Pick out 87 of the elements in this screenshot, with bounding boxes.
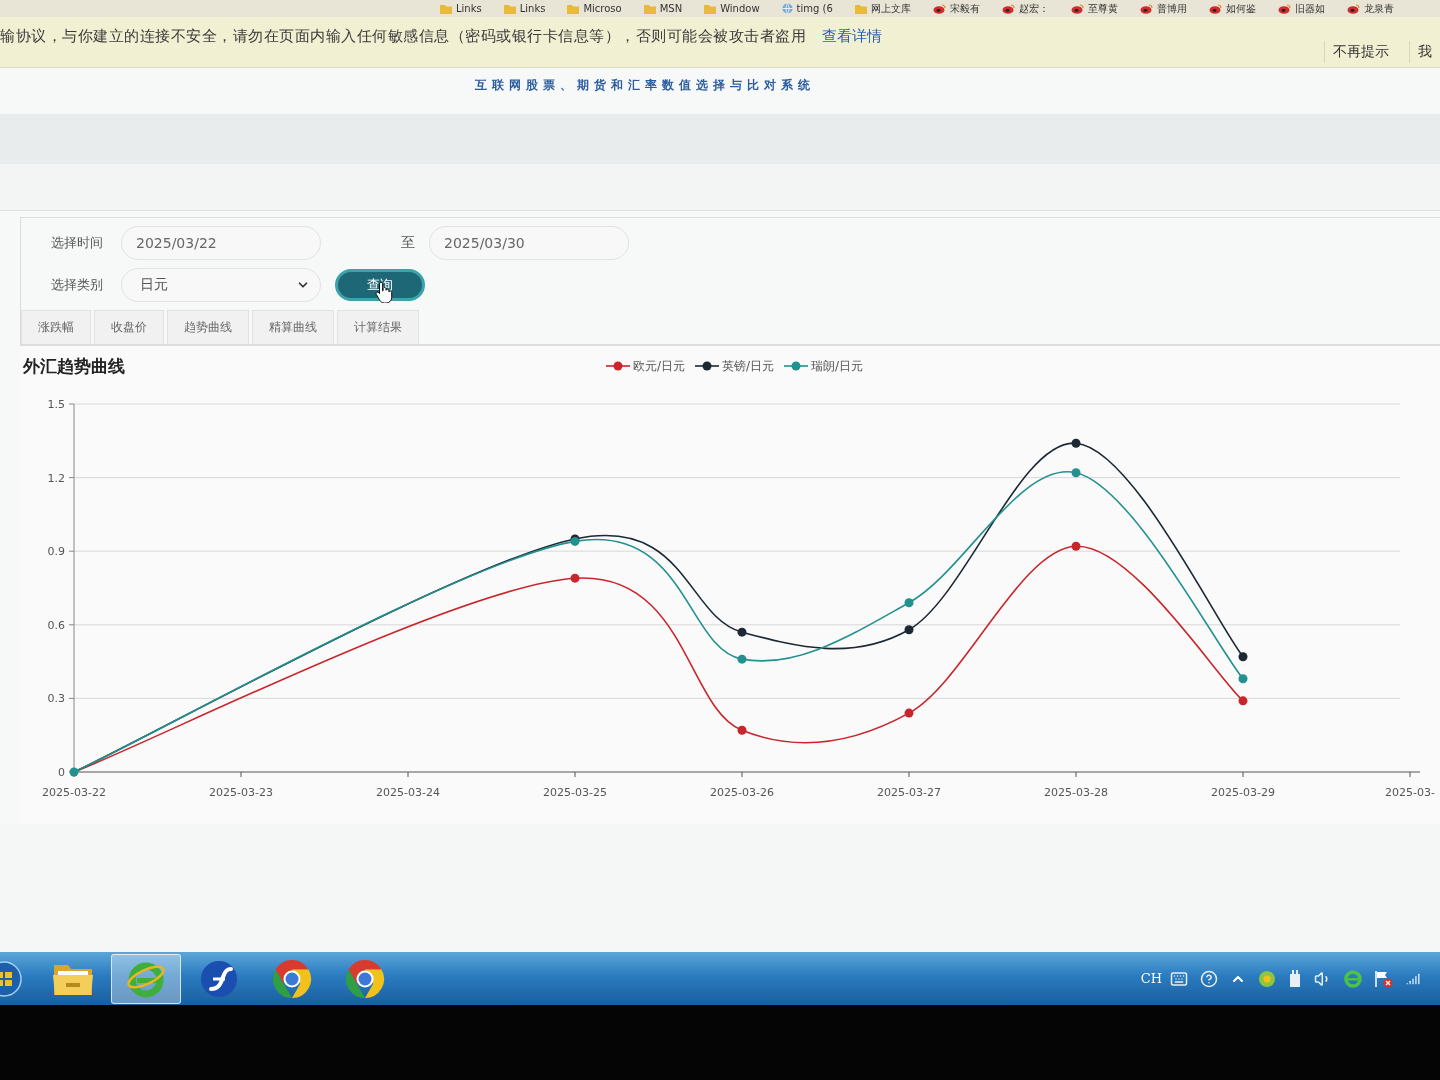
bookmark-link[interactable]: 普博用 (1139, 1, 1187, 16)
data-point (1071, 468, 1081, 478)
folder-icon (854, 3, 867, 14)
data-point (904, 625, 914, 635)
axis-label: 1.2 (47, 471, 65, 485)
logo-icon (1001, 3, 1015, 14)
axis-label: 2025-03-22 (42, 786, 106, 799)
data-point (737, 627, 747, 637)
bookmark-link[interactable]: 赵宏： (1001, 1, 1049, 16)
logo-icon (932, 3, 946, 14)
bookmark-link[interactable]: MSN (643, 3, 683, 14)
tab[interactable]: 收盘价 (94, 310, 164, 344)
axis-label: 2025-03-28 (1044, 786, 1108, 799)
query-button[interactable]: 查询 (335, 269, 425, 301)
start-date-field[interactable]: 2025/03/22 (121, 226, 321, 260)
end-date-field[interactable]: 2025/03/30 (429, 226, 629, 260)
bookmark-link[interactable]: 网上文库 (854, 1, 911, 16)
page-title: 互联网股票、期货和汇率数值选择与比对系统 (475, 77, 815, 94)
bookmark-link[interactable]: Microso (567, 3, 622, 14)
data-point (1071, 541, 1081, 551)
data-point (737, 725, 747, 735)
axis-label: 0.9 (47, 545, 65, 559)
data-point (1238, 696, 1248, 706)
field-label: 至 (401, 234, 415, 252)
tricolor-circle-icon (344, 957, 386, 1000)
bookmark-link[interactable]: timg (6 (781, 3, 833, 14)
folder-icon (503, 3, 516, 14)
axis-label: 0.3 (47, 692, 65, 706)
logo-icon (1139, 3, 1153, 14)
category-select[interactable]: 日元 (121, 268, 321, 302)
legend-label: 欧元/日元 (633, 357, 686, 375)
legend-label: 瑞朗/日元 (811, 357, 864, 375)
data-point (69, 767, 79, 777)
bookmark-link[interactable]: Links (440, 3, 482, 14)
chart-title: 外汇趋势曲线 (23, 354, 125, 378)
folder-icon (440, 3, 452, 14)
bookmark-link[interactable]: 宋毅有 (932, 1, 980, 16)
legend-label: 英镑/日元 (722, 357, 775, 375)
axis-label: 1.5 (47, 398, 65, 411)
data-point (1071, 438, 1081, 448)
axis-label: 2025-03-25 (543, 786, 607, 799)
folder-icon (643, 3, 656, 14)
plug-icon[interactable] (1288, 969, 1302, 988)
security-warning-text: 输协议，与你建立的连接不安全，请勿在页面内输入任何敏感信息（密码或银行卡信息等），否则可能会被攻击者盗用 (0, 27, 806, 46)
tab[interactable]: 精算曲线 (252, 310, 334, 344)
keyboard-icon[interactable] (1170, 969, 1188, 988)
data-point (904, 598, 914, 608)
bookmark-link[interactable]: 至尊黄 (1070, 1, 1118, 16)
bookmark-link[interactable]: Window (704, 3, 760, 14)
tab[interactable]: 涨跌幅 (21, 310, 91, 344)
axis-label: 2025-03-23 (209, 786, 273, 799)
data-point (1238, 674, 1248, 684)
data-point (904, 708, 914, 718)
bookmark-link[interactable]: 龙泉青 (1346, 1, 1394, 16)
data-point (570, 573, 580, 583)
axis-label: 2025-03-29 (1211, 786, 1275, 799)
tab[interactable]: 计算结果 (337, 310, 419, 344)
data-point (737, 654, 747, 664)
flag-alert-icon[interactable] (1374, 969, 1394, 988)
signal-icon[interactable] (1406, 971, 1420, 986)
axis-label: 0.6 (47, 618, 65, 632)
logo-icon (1346, 3, 1360, 14)
axis-label: 2025-03-24 (376, 786, 440, 799)
folder-icon (704, 3, 717, 14)
logo-icon (1277, 3, 1291, 14)
logo-icon (1070, 3, 1084, 14)
language-indicator[interactable]: CH (1140, 971, 1162, 986)
disc-icon[interactable] (1258, 969, 1276, 988)
bookmark-link[interactable]: Links (503, 3, 546, 14)
details-link[interactable]: 查看详情 (822, 27, 882, 46)
globe-ring-icon[interactable] (1344, 969, 1362, 988)
axis-label: 2025-03-27 (877, 786, 941, 799)
start-icon[interactable] (0, 959, 22, 998)
field-label: 选择时间 (51, 234, 104, 252)
axis-label: 0 (58, 766, 65, 779)
bookmark-link[interactable]: 如何鉴 (1208, 1, 1256, 16)
logo-icon (1208, 3, 1222, 14)
tricolor-circle-icon (271, 957, 313, 1000)
bookmark-link[interactable]: 旧器如 (1277, 1, 1325, 16)
folder-icon (567, 3, 580, 14)
axis-label: 2025-03-26 (710, 786, 774, 799)
axis-label: 2025-03- (1385, 786, 1435, 799)
help-icon[interactable] (1200, 969, 1218, 988)
data-point (1238, 652, 1248, 662)
globe-icon (781, 3, 793, 14)
field-label: 选择类别 (51, 276, 104, 294)
tab[interactable]: 趋势曲线 (167, 310, 249, 344)
